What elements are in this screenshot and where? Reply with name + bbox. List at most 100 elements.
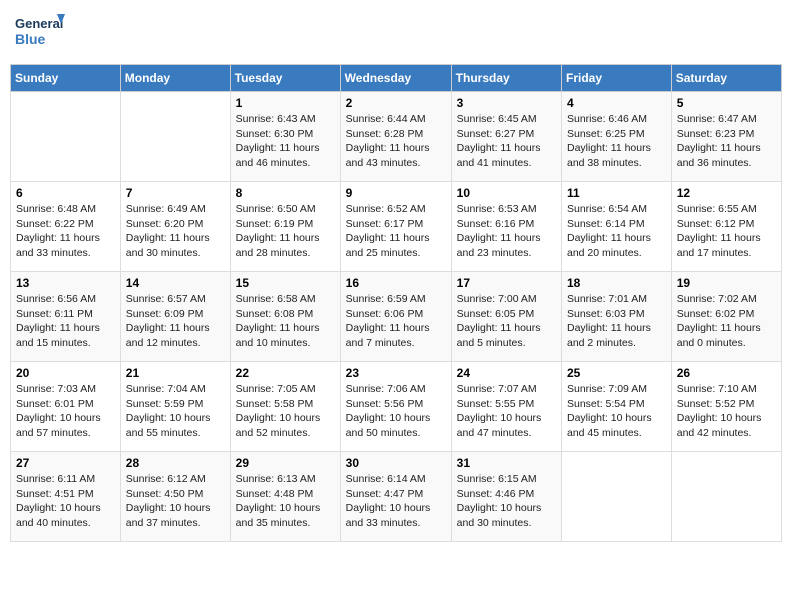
daylight-label: Daylight: 10 hours and 47 minutes. [457, 412, 542, 439]
sunrise-label: Sunrise: 6:57 AM [126, 293, 206, 305]
calendar-cell: 18 Sunrise: 7:01 AM Sunset: 6:03 PM Dayl… [562, 272, 672, 362]
day-info: Sunrise: 6:44 AM Sunset: 6:28 PM Dayligh… [346, 112, 446, 171]
sunrise-label: Sunrise: 7:00 AM [457, 293, 537, 305]
sunset-label: Sunset: 6:02 PM [677, 308, 755, 320]
page-header: General Blue [10, 10, 782, 54]
daylight-label: Daylight: 10 hours and 35 minutes. [236, 502, 321, 529]
day-number: 25 [567, 366, 666, 380]
sunset-label: Sunset: 6:19 PM [236, 218, 314, 230]
calendar-cell: 31 Sunrise: 6:15 AM Sunset: 4:46 PM Dayl… [451, 452, 561, 542]
sunset-label: Sunset: 6:28 PM [346, 128, 424, 140]
daylight-label: Daylight: 11 hours and 0 minutes. [677, 322, 761, 349]
logo-svg: General Blue [15, 10, 65, 54]
calendar-cell [11, 92, 121, 182]
day-number: 18 [567, 276, 666, 290]
day-info: Sunrise: 7:03 AM Sunset: 6:01 PM Dayligh… [16, 382, 115, 441]
calendar-cell: 13 Sunrise: 6:56 AM Sunset: 6:11 PM Dayl… [11, 272, 121, 362]
day-number: 5 [677, 96, 776, 110]
daylight-label: Daylight: 11 hours and 43 minutes. [346, 142, 430, 169]
sunrise-label: Sunrise: 7:05 AM [236, 383, 316, 395]
calendar-cell: 29 Sunrise: 6:13 AM Sunset: 4:48 PM Dayl… [230, 452, 340, 542]
day-info: Sunrise: 6:55 AM Sunset: 6:12 PM Dayligh… [677, 202, 776, 261]
sunrise-label: Sunrise: 6:46 AM [567, 113, 647, 125]
calendar-cell: 10 Sunrise: 6:53 AM Sunset: 6:16 PM Dayl… [451, 182, 561, 272]
calendar-cell [120, 92, 230, 182]
sunset-label: Sunset: 5:55 PM [457, 398, 535, 410]
sunrise-label: Sunrise: 6:47 AM [677, 113, 757, 125]
day-number: 4 [567, 96, 666, 110]
day-number: 28 [126, 456, 225, 470]
day-info: Sunrise: 6:11 AM Sunset: 4:51 PM Dayligh… [16, 472, 115, 531]
day-number: 27 [16, 456, 115, 470]
day-number: 15 [236, 276, 335, 290]
sunrise-label: Sunrise: 6:44 AM [346, 113, 426, 125]
sunrise-label: Sunrise: 6:45 AM [457, 113, 537, 125]
day-number: 24 [457, 366, 556, 380]
calendar-cell: 27 Sunrise: 6:11 AM Sunset: 4:51 PM Dayl… [11, 452, 121, 542]
day-info: Sunrise: 7:10 AM Sunset: 5:52 PM Dayligh… [677, 382, 776, 441]
sunset-label: Sunset: 6:05 PM [457, 308, 535, 320]
calendar-cell: 7 Sunrise: 6:49 AM Sunset: 6:20 PM Dayli… [120, 182, 230, 272]
daylight-label: Daylight: 11 hours and 17 minutes. [677, 232, 761, 259]
sunrise-label: Sunrise: 6:11 AM [16, 473, 95, 485]
sunrise-label: Sunrise: 6:53 AM [457, 203, 537, 215]
sunset-label: Sunset: 6:03 PM [567, 308, 645, 320]
sunset-label: Sunset: 6:22 PM [16, 218, 94, 230]
day-info: Sunrise: 7:04 AM Sunset: 5:59 PM Dayligh… [126, 382, 225, 441]
day-number: 26 [677, 366, 776, 380]
daylight-label: Daylight: 10 hours and 33 minutes. [346, 502, 431, 529]
daylight-label: Daylight: 11 hours and 10 minutes. [236, 322, 320, 349]
daylight-label: Daylight: 11 hours and 25 minutes. [346, 232, 430, 259]
sunset-label: Sunset: 6:20 PM [126, 218, 204, 230]
sunrise-label: Sunrise: 7:10 AM [677, 383, 757, 395]
calendar-cell: 2 Sunrise: 6:44 AM Sunset: 6:28 PM Dayli… [340, 92, 451, 182]
day-info: Sunrise: 7:01 AM Sunset: 6:03 PM Dayligh… [567, 292, 666, 351]
calendar-cell: 6 Sunrise: 6:48 AM Sunset: 6:22 PM Dayli… [11, 182, 121, 272]
daylight-label: Daylight: 11 hours and 12 minutes. [126, 322, 210, 349]
sunrise-label: Sunrise: 6:49 AM [126, 203, 206, 215]
sunrise-label: Sunrise: 6:56 AM [16, 293, 96, 305]
calendar-cell: 23 Sunrise: 7:06 AM Sunset: 5:56 PM Dayl… [340, 362, 451, 452]
sunrise-label: Sunrise: 7:04 AM [126, 383, 206, 395]
day-info: Sunrise: 7:09 AM Sunset: 5:54 PM Dayligh… [567, 382, 666, 441]
calendar-week-2: 6 Sunrise: 6:48 AM Sunset: 6:22 PM Dayli… [11, 182, 782, 272]
day-number: 1 [236, 96, 335, 110]
sunrise-label: Sunrise: 6:12 AM [126, 473, 206, 485]
calendar-header: SundayMondayTuesdayWednesdayThursdayFrid… [11, 65, 782, 92]
sunset-label: Sunset: 6:14 PM [567, 218, 645, 230]
calendar-cell: 21 Sunrise: 7:04 AM Sunset: 5:59 PM Dayl… [120, 362, 230, 452]
sunset-label: Sunset: 5:52 PM [677, 398, 755, 410]
calendar-cell: 14 Sunrise: 6:57 AM Sunset: 6:09 PM Dayl… [120, 272, 230, 362]
day-number: 21 [126, 366, 225, 380]
calendar-cell: 24 Sunrise: 7:07 AM Sunset: 5:55 PM Dayl… [451, 362, 561, 452]
calendar-cell: 9 Sunrise: 6:52 AM Sunset: 6:17 PM Dayli… [340, 182, 451, 272]
daylight-label: Daylight: 10 hours and 50 minutes. [346, 412, 431, 439]
weekday-header-tuesday: Tuesday [230, 65, 340, 92]
sunset-label: Sunset: 6:01 PM [16, 398, 94, 410]
day-info: Sunrise: 6:52 AM Sunset: 6:17 PM Dayligh… [346, 202, 446, 261]
daylight-label: Daylight: 11 hours and 7 minutes. [346, 322, 430, 349]
sunrise-label: Sunrise: 6:58 AM [236, 293, 316, 305]
day-info: Sunrise: 6:58 AM Sunset: 6:08 PM Dayligh… [236, 292, 335, 351]
sunset-label: Sunset: 6:12 PM [677, 218, 755, 230]
day-info: Sunrise: 7:06 AM Sunset: 5:56 PM Dayligh… [346, 382, 446, 441]
day-info: Sunrise: 6:12 AM Sunset: 4:50 PM Dayligh… [126, 472, 225, 531]
daylight-label: Daylight: 10 hours and 42 minutes. [677, 412, 762, 439]
calendar-cell: 25 Sunrise: 7:09 AM Sunset: 5:54 PM Dayl… [562, 362, 672, 452]
daylight-label: Daylight: 11 hours and 33 minutes. [16, 232, 100, 259]
daylight-label: Daylight: 11 hours and 15 minutes. [16, 322, 100, 349]
day-info: Sunrise: 6:57 AM Sunset: 6:09 PM Dayligh… [126, 292, 225, 351]
sunset-label: Sunset: 4:51 PM [16, 488, 94, 500]
day-number: 22 [236, 366, 335, 380]
sunset-label: Sunset: 5:59 PM [126, 398, 204, 410]
calendar-cell: 4 Sunrise: 6:46 AM Sunset: 6:25 PM Dayli… [562, 92, 672, 182]
sunrise-label: Sunrise: 6:54 AM [567, 203, 647, 215]
day-number: 23 [346, 366, 446, 380]
calendar-cell: 15 Sunrise: 6:58 AM Sunset: 6:08 PM Dayl… [230, 272, 340, 362]
daylight-label: Daylight: 10 hours and 55 minutes. [126, 412, 211, 439]
day-number: 9 [346, 186, 446, 200]
daylight-label: Daylight: 10 hours and 40 minutes. [16, 502, 101, 529]
calendar-cell: 3 Sunrise: 6:45 AM Sunset: 6:27 PM Dayli… [451, 92, 561, 182]
calendar-cell: 16 Sunrise: 6:59 AM Sunset: 6:06 PM Dayl… [340, 272, 451, 362]
calendar-cell: 19 Sunrise: 7:02 AM Sunset: 6:02 PM Dayl… [671, 272, 781, 362]
